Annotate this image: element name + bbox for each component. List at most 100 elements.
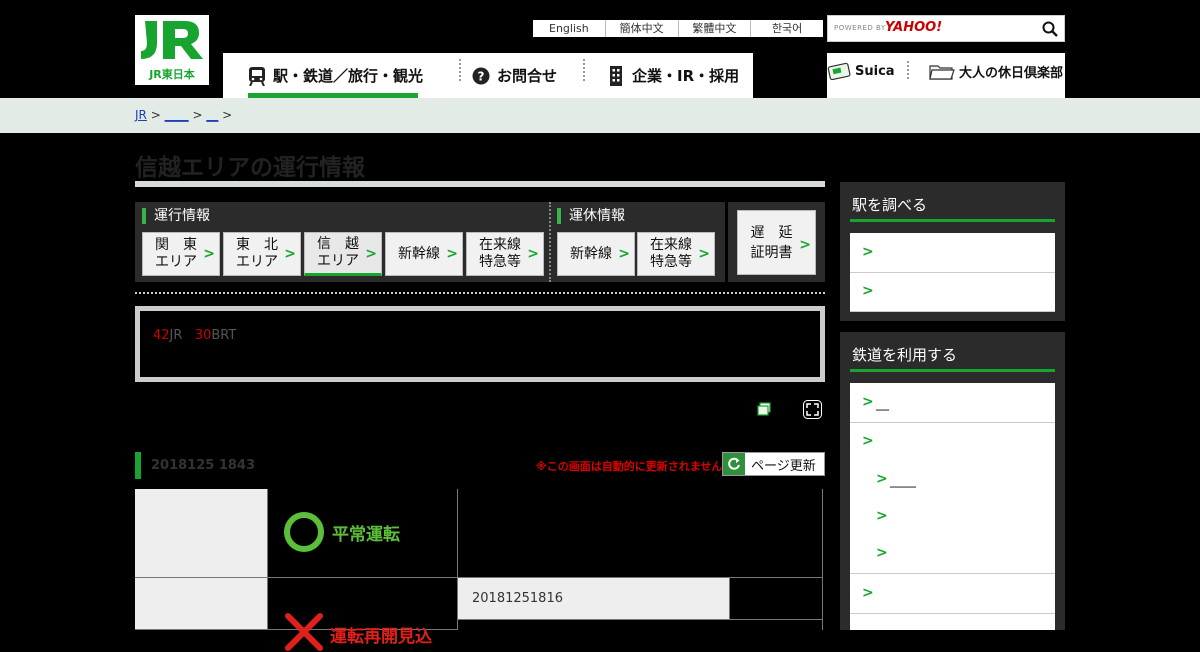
chevron-right-icon: >: [862, 243, 874, 260]
circle-icon: [284, 512, 324, 552]
chevron-right-icon: >: [203, 246, 215, 262]
yahoo-logo: YAHOO!: [885, 20, 943, 35]
lang-korean[interactable]: 한국어: [751, 20, 823, 37]
refresh-button[interactable]: ページ更新: [722, 452, 825, 476]
sidebar-subitem[interactable]: >: [850, 498, 1055, 535]
lang-simplified-chinese[interactable]: 簡体中文: [606, 20, 679, 37]
sidebar-title-underline: [850, 369, 1055, 372]
sidebar-title-underline: [850, 219, 1055, 222]
lang-english[interactable]: English: [533, 20, 606, 37]
tab-suspension-limited-express[interactable]: 在来線 特急等 >: [637, 232, 715, 276]
search-icon[interactable]: [1042, 21, 1058, 37]
status-suspended: 運転再開見込: [284, 612, 432, 652]
chevron-right-icon: >: [618, 246, 630, 262]
subnav-divider: [907, 61, 909, 79]
page-title: 信越エリアの運行情報: [135, 155, 365, 181]
chevron-right-icon: >: [862, 584, 874, 601]
sidebar-title: 鉄道を利用する: [852, 346, 958, 364]
update-accent-bar: [135, 452, 141, 479]
chevron-right-icon: >: [876, 507, 888, 524]
tab-limited-express[interactable]: 在来線 特急等 >: [466, 232, 544, 276]
status-normal: 平常運転: [284, 512, 400, 552]
status-normal-label: 平常運転: [332, 524, 400, 545]
notice-count: 42: [153, 328, 170, 343]
logo-text: JR東日本: [149, 68, 195, 81]
building-icon: [610, 65, 622, 86]
jr-logo-mark: [141, 21, 203, 59]
sidebar-item[interactable]: [850, 614, 1055, 630]
nav-label: 企業・IR・採用: [632, 67, 740, 85]
notice-label: JR: [169, 328, 183, 343]
status-row-label: [135, 489, 268, 578]
chevron-right-icon: >: [876, 545, 888, 562]
chevron-right-icon: >: [527, 246, 539, 262]
status-date-cell: 20181251816: [458, 578, 729, 620]
nav-divider: [583, 59, 585, 81]
nav-otona-club[interactable]: 大人の休日倶楽部: [929, 58, 1063, 84]
tab-shinetsu[interactable]: 信 越 エリア >: [304, 232, 382, 276]
tab-tohoku[interactable]: 東 北 エリア >: [223, 232, 301, 276]
nav-railway-travel[interactable]: 駅・鉄道／旅行・観光: [248, 53, 423, 98]
search-box[interactable]: POWERED BY YAHOO!: [827, 15, 1065, 42]
sidebar-subitem[interactable]: >: [850, 535, 1055, 574]
breadcrumb-separator: >: [150, 108, 161, 122]
tab-suspension-shinkansen[interactable]: 新幹線 >: [557, 232, 635, 276]
sidebar-item[interactable]: >: [850, 273, 1055, 312]
expand-icon[interactable]: [803, 400, 822, 419]
nav-contact[interactable]: ? お問合せ: [472, 53, 557, 98]
nav-label: 駅・鉄道／旅行・観光: [273, 67, 424, 85]
tab-group-divider: [549, 202, 551, 282]
window-icon[interactable]: [757, 402, 771, 416]
sidebar-item[interactable]: > __: [850, 383, 1055, 423]
nav-suica[interactable]: Suica: [827, 58, 895, 84]
chevron-right-icon: >: [862, 283, 874, 300]
breadcrumb-separator: >: [222, 108, 233, 122]
chevron-right-icon: >: [799, 237, 811, 253]
powered-by-label: POWERED BY: [834, 24, 886, 32]
status-side-cell: [729, 578, 823, 620]
chevron-right-icon: >: [698, 246, 710, 262]
refresh-label: ページ更新: [751, 458, 816, 474]
jr-east-logo[interactable]: JR東日本: [135, 15, 209, 85]
breadcrumb-link[interactable]: __: [206, 108, 218, 122]
tab-label: 在来線 特急等: [479, 237, 521, 270]
sidebar-item[interactable]: >: [850, 574, 1055, 614]
sidebar-title: 駅を調べる: [852, 196, 928, 214]
operation-info-heading: 運行情報: [142, 208, 210, 224]
sidebar-item[interactable]: >: [850, 233, 1055, 273]
sidebar-subitem[interactable]: > ____: [850, 461, 1055, 498]
title-underline: [135, 181, 825, 187]
otona-club-label: 大人の休日倶楽部: [959, 65, 1064, 81]
sidebar-item-label: __: [876, 395, 889, 411]
help-icon: ?: [472, 67, 490, 84]
service-nav: Suica 大人の休日倶楽部: [827, 53, 1065, 98]
tab-label: 新幹線: [398, 245, 440, 262]
tab-shinkansen[interactable]: 新幹線 >: [385, 232, 463, 276]
tab-label: 東 北 エリア: [236, 237, 278, 270]
nav-corporate[interactable]: 企業・IR・採用: [607, 53, 739, 98]
delay-cert-label: 遅 延 証明書: [750, 224, 793, 261]
notice-label: BRT: [211, 328, 237, 343]
lang-traditional-chinese[interactable]: 繁體中文: [679, 20, 752, 37]
delay-certificate-button[interactable]: 遅 延 証明書 >: [737, 210, 816, 275]
sidebar-item-label: ____: [890, 472, 916, 488]
status-date: 20181251816: [472, 591, 563, 606]
train-icon: [249, 66, 265, 86]
notice-count: 30: [194, 328, 212, 343]
breadcrumb-link[interactable]: ____: [165, 108, 189, 122]
tab-label: 関 東 エリア: [155, 237, 197, 270]
nav-label: お問合せ: [497, 67, 558, 85]
svg-text:?: ?: [478, 69, 485, 83]
refresh-icon: [723, 453, 745, 475]
tab-label: 在来線 特急等: [650, 237, 692, 270]
dotted-divider: [135, 292, 825, 294]
suspension-info-heading: 運休情報: [557, 208, 625, 224]
chevron-right-icon: >: [862, 433, 874, 450]
sidebar-item[interactable]: >: [850, 423, 1055, 461]
chevron-right-icon: >: [284, 246, 296, 262]
tab-kanto[interactable]: 関 東 エリア >: [142, 232, 220, 276]
chevron-right-icon: >: [446, 246, 458, 262]
notice-text: 42JR 30BRT: [153, 328, 236, 343]
breadcrumb-link-home[interactable]: JR: [135, 108, 147, 122]
status-detail-cell: [458, 620, 823, 630]
